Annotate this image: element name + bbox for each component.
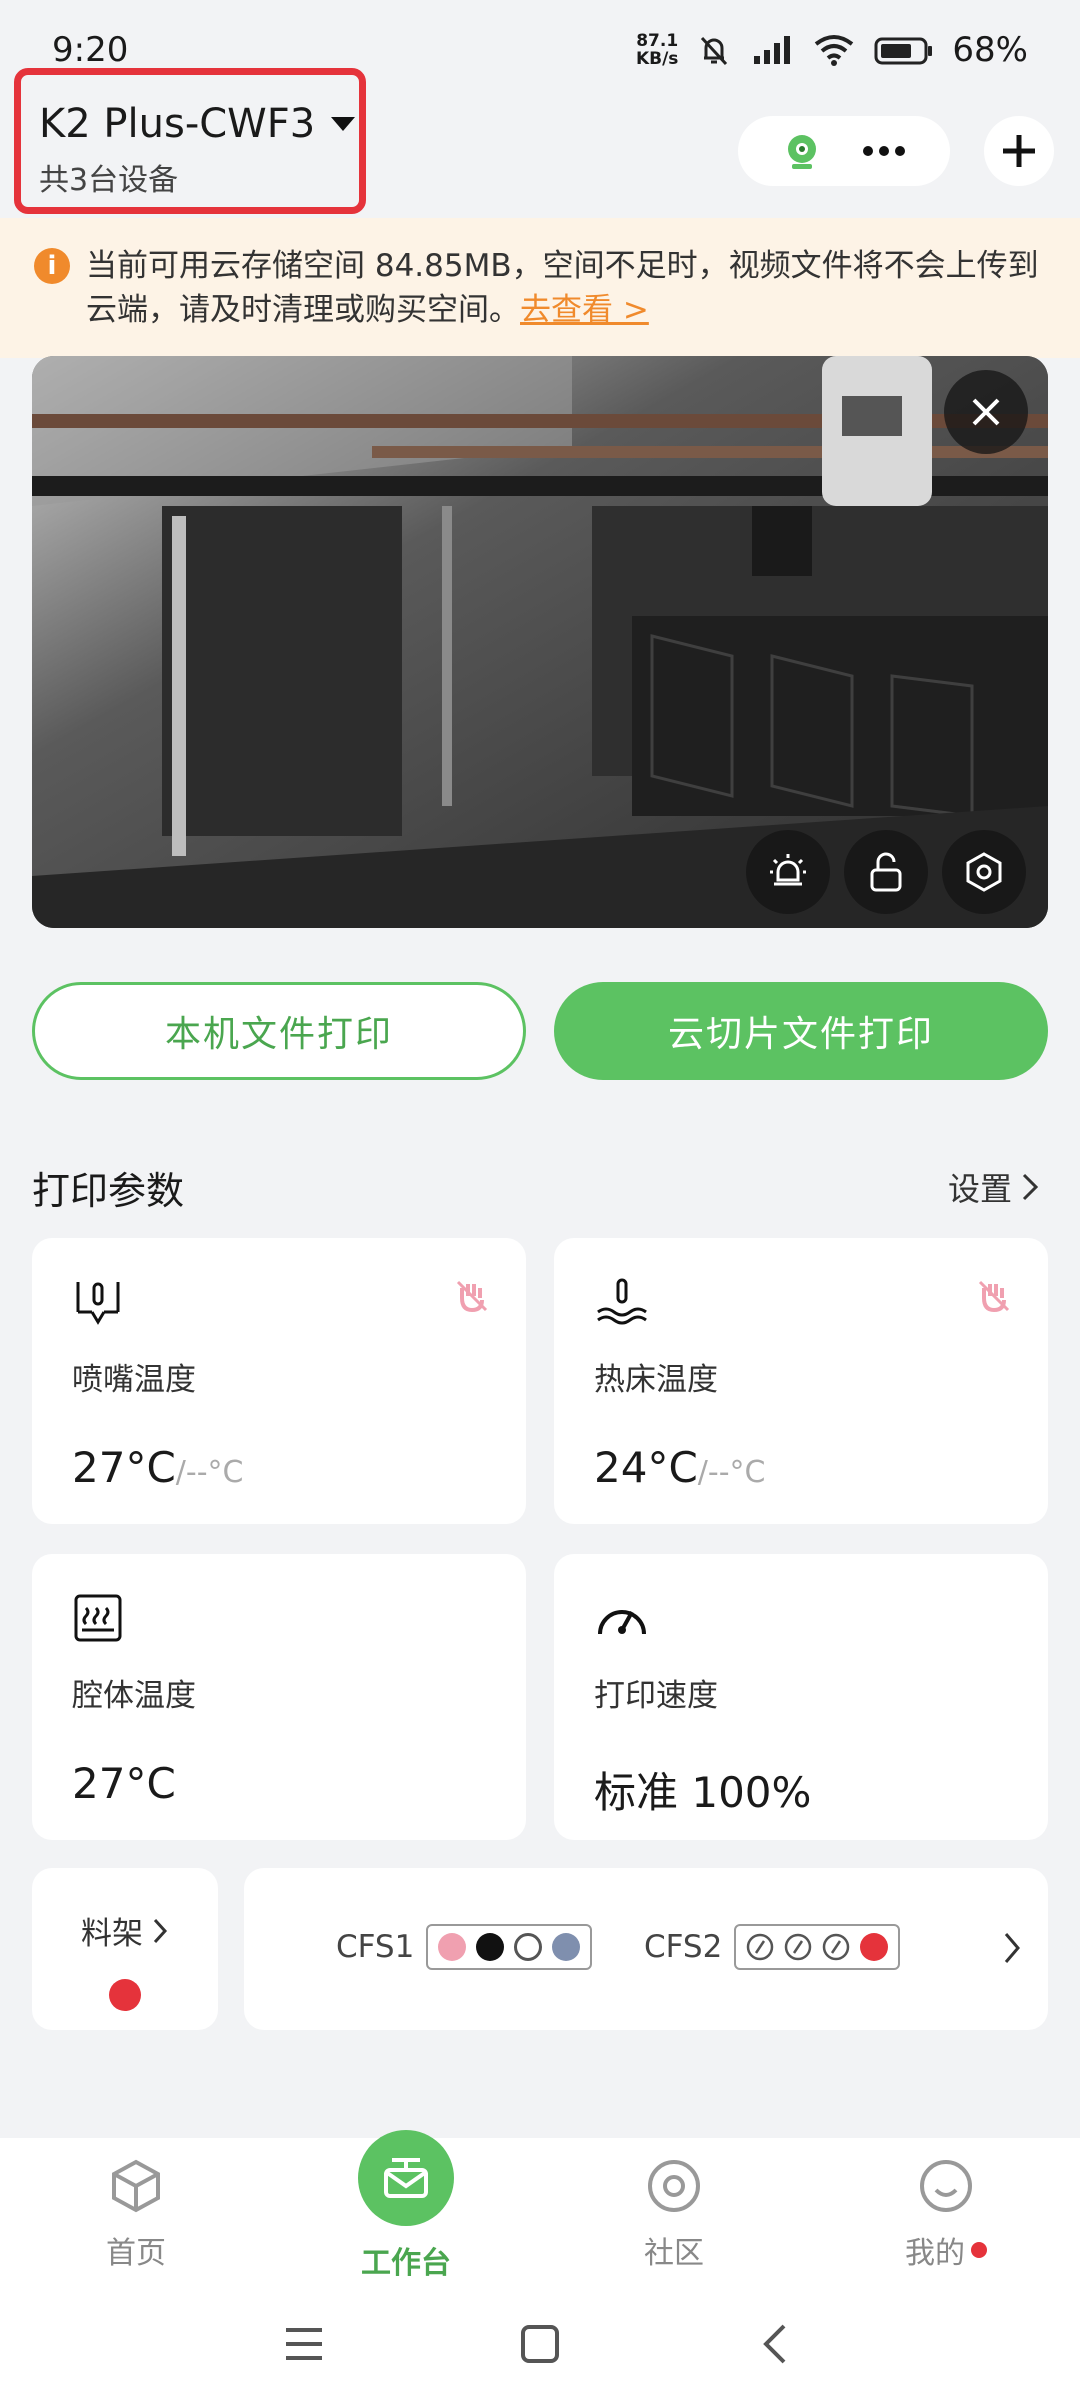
cfs1-label: CFS1	[336, 1929, 415, 1965]
nozzle-temp-target: /--°C	[175, 1455, 244, 1490]
cfs1-slots	[426, 1924, 593, 1970]
bed-temp-value: 24°C	[594, 1443, 698, 1492]
hand-blocked-icon	[978, 1280, 1010, 1313]
chamber-temp-value: 27°C	[72, 1759, 176, 1808]
network-speed-value: 87.1	[636, 31, 679, 51]
bed-temp-label: 热床温度	[594, 1362, 718, 1398]
smile-icon	[920, 2160, 972, 2212]
chevron-right-icon	[153, 1918, 168, 1943]
bed-temp-value-row: 24°C/--°C	[594, 1443, 1048, 1492]
cfs2-slots	[734, 1924, 901, 1970]
settings-link[interactable]: 设置	[948, 1164, 1040, 1210]
tab-workbench[interactable]: 工作台	[326, 2238, 486, 2282]
chevron-right-icon	[1022, 1173, 1039, 1201]
speedometer-icon	[598, 1610, 646, 1635]
workbench-button[interactable]	[358, 2130, 454, 2226]
tab-mine-label-row: 我的	[866, 2228, 1026, 2272]
tab-home[interactable]: 首页	[56, 2158, 216, 2272]
caret-down-icon	[331, 117, 356, 131]
back-icon[interactable]	[760, 2322, 788, 2366]
cfs1-slot-1	[438, 1933, 467, 1961]
tab-mine-label: 我的	[905, 2236, 965, 2271]
device-selector[interactable]: K2 Plus-CWF3 共3台设备	[14, 68, 366, 214]
more-icon[interactable]	[860, 141, 908, 161]
device-count: 共3台设备	[39, 163, 179, 198]
cloud-slice-print-button[interactable]: 云切片文件打印	[554, 982, 1048, 1080]
settings-label: 设置	[947, 1170, 1012, 1208]
light-button[interactable]	[746, 830, 830, 914]
chamber-icon	[74, 1594, 122, 1642]
chamber-temp-label: 腔体温度	[72, 1678, 196, 1714]
cfs-card[interactable]: CFS1 CFS2	[244, 1868, 1048, 2030]
cfs2-slot-1-empty-icon	[747, 1933, 774, 1961]
print-speed-label: 打印速度	[594, 1678, 718, 1714]
tab-community-label: 社区	[644, 2236, 704, 2271]
cfs2-label: CFS2	[644, 1929, 723, 1965]
cube-icon	[112, 2159, 160, 2213]
community-icon	[648, 2160, 700, 2212]
tab-home-label: 首页	[106, 2236, 166, 2271]
menu-icon[interactable]	[284, 2326, 324, 2362]
bed-temp-target: /--°C	[697, 1455, 766, 1490]
heated-bed-icon	[597, 1278, 647, 1325]
tab-mine[interactable]: 我的	[866, 2158, 1026, 2272]
rack-card[interactable]: 料架	[32, 1868, 218, 2030]
nozzle-temp-value-row: 27°C/--°C	[72, 1443, 526, 1492]
close-camera-button[interactable]	[944, 370, 1028, 454]
info-icon: i	[34, 248, 70, 284]
action-pill	[738, 116, 950, 186]
hand-blocked-icon	[456, 1280, 488, 1313]
notice-text-wrap: 当前可用云存储空间 84.85MB，空间不足时，视频文件将不会上传到云端，请及时…	[86, 244, 1040, 358]
local-file-print-button[interactable]: 本机文件打印	[32, 982, 526, 1080]
rack-label-row: 料架	[32, 1908, 218, 1953]
cfs1-slot-4	[552, 1933, 581, 1961]
cfs2-group[interactable]: CFS2	[644, 1924, 901, 1970]
nozzle-temp-value: 27°C	[72, 1443, 176, 1492]
camera-settings-button[interactable]	[942, 830, 1026, 914]
rack-filament-dot	[109, 1979, 141, 2011]
bed-temp-card[interactable]: 热床温度 24°C/--°C	[554, 1238, 1048, 1524]
storage-notice: i 当前可用云存储空间 84.85MB，空间不足时，视频文件将不会上传到云端，请…	[0, 218, 1080, 358]
chamber-temp-card[interactable]: 腔体温度 27°C	[32, 1554, 526, 1840]
cfs1-slot-3	[514, 1933, 543, 1961]
bottom-tab-bar: 首页 工作台 社区 我的	[0, 2130, 1080, 2288]
notification-dot	[971, 2242, 987, 2258]
device-name-row[interactable]: K2 Plus-CWF3	[39, 101, 359, 147]
lock-button[interactable]	[844, 830, 928, 914]
cfs2-slot-2-empty-icon	[785, 1933, 812, 1961]
cfs2-slot-4	[860, 1933, 889, 1961]
light-icon	[770, 854, 806, 886]
close-icon	[972, 398, 1000, 426]
chevron-right-icon[interactable]	[1002, 1930, 1022, 1966]
cfs1-group[interactable]: CFS1	[336, 1924, 593, 1970]
unlock-icon	[870, 852, 902, 892]
device-name: K2 Plus-CWF3	[39, 101, 316, 147]
camera-feed	[32, 356, 1048, 928]
plus-icon	[1003, 135, 1035, 167]
nozzle-icon	[76, 1282, 120, 1325]
header: K2 Plus-CWF3 共3台设备	[0, 60, 1080, 220]
tab-community[interactable]: 社区	[594, 2158, 754, 2272]
print-params-title: 打印参数	[32, 1169, 185, 1213]
camera-icon[interactable]	[780, 129, 824, 173]
print-speed-card[interactable]: 打印速度 标准 100%	[554, 1554, 1048, 1840]
printer-icon	[384, 2158, 428, 2198]
print-speed-value: 标准 100%	[594, 1768, 812, 1817]
hexagon-settings-icon	[966, 852, 1002, 892]
rack-label: 料架	[81, 1916, 143, 1952]
tab-workbench-label: 工作台	[361, 2246, 451, 2281]
nozzle-temp-card[interactable]: 喷嘴温度 27°C/--°C	[32, 1238, 526, 1524]
add-device-button[interactable]	[984, 116, 1054, 186]
nozzle-temp-label: 喷嘴温度	[72, 1362, 196, 1398]
cfs1-slot-2	[476, 1933, 505, 1961]
system-nav-bar	[0, 2288, 1080, 2400]
home-square-icon[interactable]	[520, 2324, 560, 2364]
notice-link[interactable]: 去查看 >	[520, 292, 649, 328]
cfs2-slot-3-empty-icon	[823, 1933, 850, 1961]
